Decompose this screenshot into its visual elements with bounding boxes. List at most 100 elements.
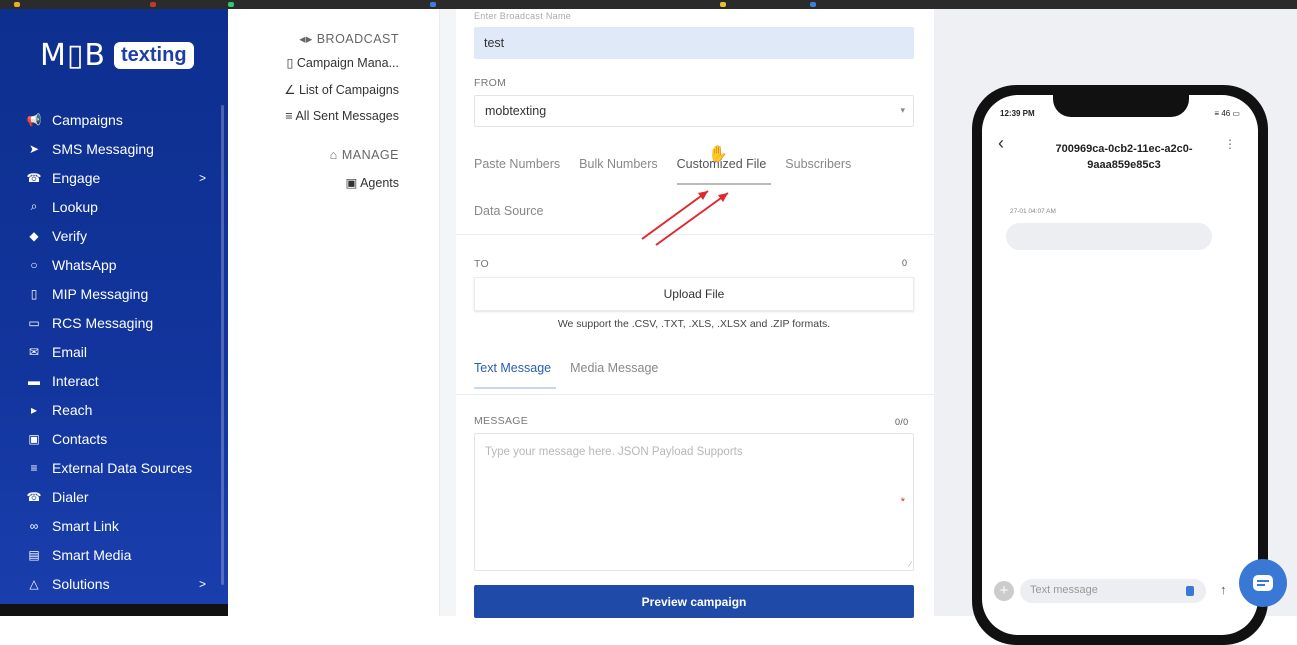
- sidebar-item-verify[interactable]: ◆Verify: [0, 221, 228, 250]
- back-arrow-icon[interactable]: ‹: [998, 133, 1004, 154]
- submenu-list-of-campaigns[interactable]: ∠ List of Campaigns: [284, 82, 399, 97]
- sidebar-item-engage[interactable]: ☎Engage>: [0, 163, 228, 192]
- submenu-campaign-manager[interactable]: ▯ Campaign Mana...: [287, 55, 400, 70]
- submenu-agents[interactable]: ▣ Agents: [345, 175, 399, 190]
- sidebar-item-contacts[interactable]: ▣ Contacts: [0, 424, 228, 453]
- more-vertical-icon[interactable]: ⋮: [1224, 137, 1236, 151]
- upload-file-button[interactable]: Upload File: [474, 277, 914, 311]
- arrow-head-2: [718, 193, 728, 202]
- link-icon: ∞: [26, 519, 42, 533]
- submenu-broadcast-heading: ◂▸ BROADCAST: [299, 31, 399, 46]
- contacts-icon: ▣: [26, 432, 42, 446]
- chat-support-button[interactable]: [1239, 559, 1287, 607]
- message-textarea[interactable]: Type your message here. JSON Payload Sup…: [474, 433, 914, 571]
- resize-handle-icon[interactable]: ∕: [910, 560, 911, 569]
- sidebar-item-label: Email: [52, 344, 87, 360]
- chevron-right-icon: >: [199, 171, 206, 185]
- sidebar-footer-bar: [0, 604, 242, 616]
- to-label: TO: [474, 258, 489, 270]
- sidebar-item-mip-messaging[interactable]: ▯ MIP Messaging: [0, 279, 228, 308]
- mobile-icon: ▯: [26, 287, 42, 301]
- data-source-row: Data Source: [474, 204, 562, 218]
- required-marker: *: [901, 496, 905, 508]
- logo-mob-text: M▯B: [40, 38, 106, 73]
- sidebar-item-external-data-sources[interactable]: ≡ External Data Sources: [0, 453, 228, 482]
- message-label: MESSAGE: [474, 415, 528, 427]
- tab-text-message[interactable]: Text Message: [474, 361, 551, 375]
- to-count: 0: [902, 258, 907, 268]
- tab-subscribers[interactable]: Subscribers: [785, 157, 851, 171]
- content-gutter: [440, 9, 456, 616]
- from-select[interactable]: mobtexting ▾: [474, 95, 914, 127]
- sidebar-item-label: Contacts: [52, 431, 107, 447]
- search-icon: ⌕: [26, 199, 42, 214]
- message-bubble: [1006, 223, 1212, 250]
- tab-text-message-label: Text Message: [474, 361, 551, 375]
- upload-file-label: Upload File: [664, 287, 725, 301]
- triangle-icon: △: [26, 577, 42, 591]
- phone-contact-id: 700969ca-0cb2-11ec-a2c0-9aaa859e85c3: [1026, 141, 1222, 173]
- sidebar-item-label: MIP Messaging: [52, 286, 148, 302]
- sidebar-nav: 📢 Campaigns ➤SMS Messaging ☎ Engage > ⌕ Lookup ◆…: [0, 105, 228, 598]
- tab-paste-numbers[interactable]: Paste Numbers: [474, 157, 560, 171]
- sidebar-item-interact[interactable]: ▬ Interact: [0, 366, 228, 395]
- tab-data-source[interactable]: Data Source: [474, 204, 543, 218]
- broadcast-name-label: Enter Broadcast Name: [474, 11, 571, 19]
- arrow-line-2: [656, 193, 728, 245]
- submenu-all-sent-messages[interactable]: ≡ All Sent Messages: [285, 109, 399, 123]
- sidebar-item-label: Interact: [52, 373, 99, 389]
- database-icon: ≡: [26, 461, 42, 475]
- sidebar-item-label: WhatsApp: [52, 257, 117, 273]
- sidebar-item-label: External Data Sources: [52, 460, 192, 476]
- cursor-hand-icon: ✋: [708, 144, 728, 163]
- campaign-form: Enter Broadcast Name test FROM mobtextin…: [456, 9, 934, 616]
- broadcast-name-input[interactable]: test: [474, 27, 914, 59]
- sidebar-item-email[interactable]: ✉Email: [0, 337, 228, 366]
- media-icon: ▤: [26, 548, 42, 562]
- chat-icon: ▭: [26, 316, 42, 330]
- sidebar-item-sms-messaging[interactable]: ➤SMS Messaging: [0, 134, 228, 163]
- mobtexting-logo[interactable]: M▯B texting: [40, 31, 194, 79]
- dialer-icon: ☎: [26, 490, 42, 504]
- from-label: FROM: [474, 77, 506, 89]
- sidebar-item-label: Reach: [52, 402, 92, 418]
- phone-message-placeholder: Text message: [1030, 584, 1098, 596]
- tab-active-underline: [474, 387, 556, 389]
- sidebar-item-solutions[interactable]: △Solutions>: [0, 569, 228, 598]
- sidebar-item-dialer[interactable]: ☎ Dialer: [0, 482, 228, 511]
- gamepad-icon: ▬: [26, 374, 42, 388]
- browser-top-strip: [0, 0, 1297, 9]
- sidebar-item-campaigns[interactable]: 📢 Campaigns: [0, 105, 228, 134]
- phone-time: 12:39 PM: [1000, 109, 1035, 118]
- phone-message-input[interactable]: Text message: [1020, 579, 1206, 603]
- sim-icon: [1186, 586, 1194, 596]
- message-placeholder: Type your message here. JSON Payload Sup…: [485, 446, 743, 458]
- chevron-down-icon: ▾: [900, 105, 905, 116]
- sidebar-scrollbar[interactable]: [221, 105, 224, 585]
- send-icon: ➤: [26, 142, 42, 156]
- add-attachment-icon[interactable]: +: [994, 581, 1014, 601]
- sidebar-item-label: Engage: [52, 170, 100, 186]
- preview-campaign-button[interactable]: Preview campaign: [474, 585, 914, 618]
- sidebar-item-whatsapp[interactable]: ○ WhatsApp: [0, 250, 228, 279]
- annotation-arrows: ✋: [636, 139, 756, 249]
- bullhorn-icon: ▸: [26, 403, 42, 417]
- sidebar-item-label: Lookup: [52, 199, 98, 215]
- message-counter: 0/0: [895, 417, 908, 427]
- send-arrow-icon[interactable]: ↑: [1220, 582, 1227, 597]
- from-select-value: mobtexting: [485, 104, 546, 118]
- sidebar-item-reach[interactable]: ▸ Reach: [0, 395, 228, 424]
- sidebar-item-smart-media[interactable]: ▤Smart Media: [0, 540, 228, 569]
- sidebar-item-label: Dialer: [52, 489, 89, 505]
- sidebar-item-smart-link[interactable]: ∞Smart Link: [0, 511, 228, 540]
- sidebar-item-rcs-messaging[interactable]: ▭RCS Messaging: [0, 308, 228, 337]
- whatsapp-icon: ○: [26, 258, 42, 272]
- phone-status-icons: ≡ 46 ▭: [1214, 109, 1240, 118]
- tab-media-message[interactable]: Media Message: [570, 361, 658, 375]
- sidebar-item-label: Campaigns: [52, 112, 123, 128]
- phone-notch: [1053, 87, 1189, 117]
- message-type-tabs: Text Message Media Message: [474, 361, 677, 375]
- megaphone-icon: 📢: [26, 113, 42, 127]
- sidebar-item-lookup[interactable]: ⌕ Lookup: [0, 192, 228, 221]
- shield-icon: ◆: [26, 229, 42, 243]
